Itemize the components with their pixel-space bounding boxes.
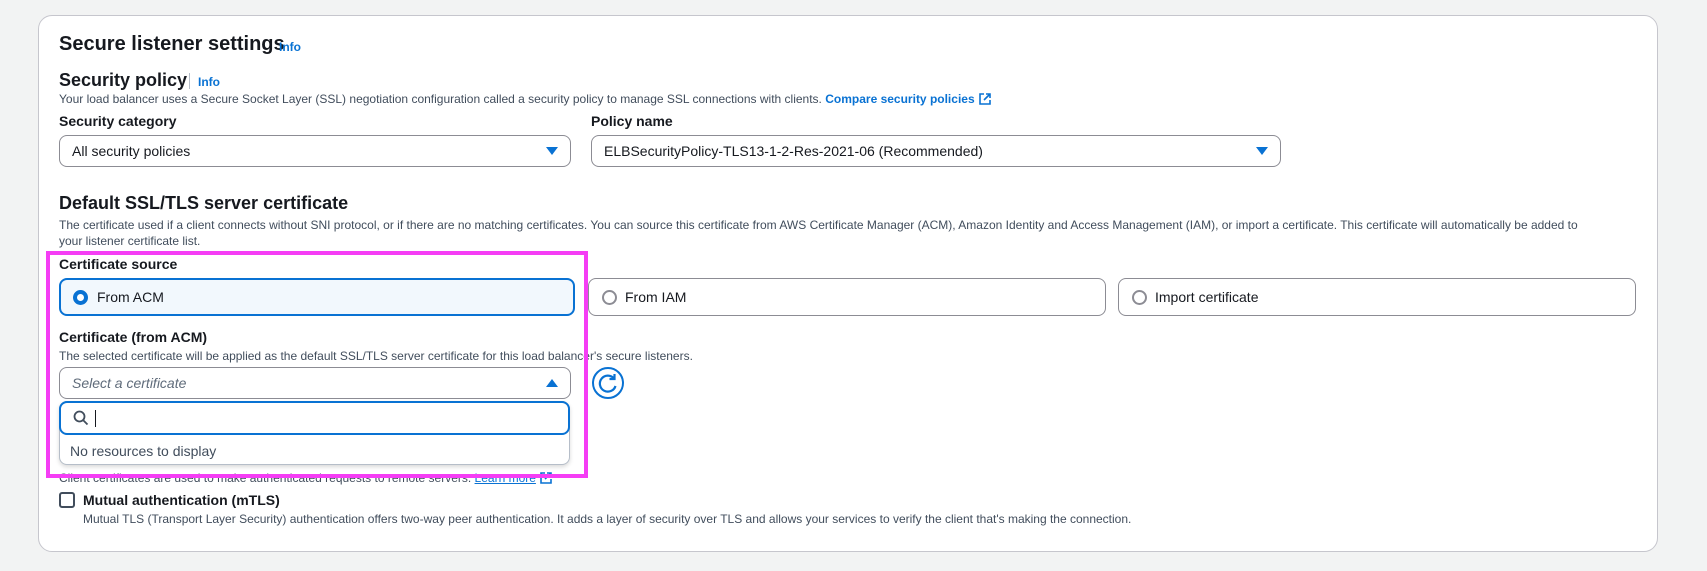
refresh-icon	[598, 374, 617, 393]
radio-unselected-icon	[1132, 290, 1147, 305]
policy-name-value: ELBSecurityPolicy-TLS13-1-2-Res-2021-06 …	[604, 143, 983, 159]
radio-unselected-icon	[602, 290, 617, 305]
source-from-iam-radio[interactable]: From IAM	[588, 278, 1106, 316]
security-policy-description: Your load balancer uses a Secure Socket …	[59, 92, 991, 106]
external-link-icon	[978, 93, 991, 105]
refresh-button[interactable]	[592, 367, 624, 399]
security-policy-info-link[interactable]: Info	[198, 75, 220, 89]
security-category-label: Security category	[59, 113, 177, 129]
policy-name-select[interactable]: ELBSecurityPolicy-TLS13-1-2-Res-2021-06 …	[591, 135, 1281, 167]
mtls-checkbox[interactable]	[59, 492, 75, 508]
caret-down-icon	[546, 147, 558, 155]
security-category-select[interactable]: All security policies	[59, 135, 571, 167]
mtls-label: Mutual authentication (mTLS)	[83, 492, 280, 508]
certificate-description-line2: your listener certificate list.	[59, 234, 201, 248]
caret-down-icon	[1256, 147, 1268, 155]
section-title: Secure listener settings	[59, 33, 285, 55]
section-info-link[interactable]: Info	[279, 40, 301, 54]
certificate-title: Default SSL/TLS server certificate	[59, 193, 349, 213]
security-policy-title: Security policy	[59, 70, 188, 90]
compare-link-label: Compare security policies	[825, 92, 975, 106]
source-option-label: Import certificate	[1155, 289, 1259, 305]
mtls-description: Mutual TLS (Transport Layer Security) au…	[83, 512, 1132, 526]
policy-name-label: Policy name	[591, 113, 673, 129]
divider	[189, 73, 190, 89]
security-category-value: All security policies	[72, 143, 191, 159]
certificate-description-line1: The certificate used if a client connect…	[59, 218, 1578, 232]
highlight-box	[46, 251, 588, 478]
source-option-label: From IAM	[625, 289, 687, 305]
description-text: Your load balancer uses a Secure Socket …	[59, 92, 822, 106]
source-import-certificate-radio[interactable]: Import certificate	[1118, 278, 1636, 316]
compare-security-policies-link[interactable]: Compare security policies	[825, 92, 991, 106]
